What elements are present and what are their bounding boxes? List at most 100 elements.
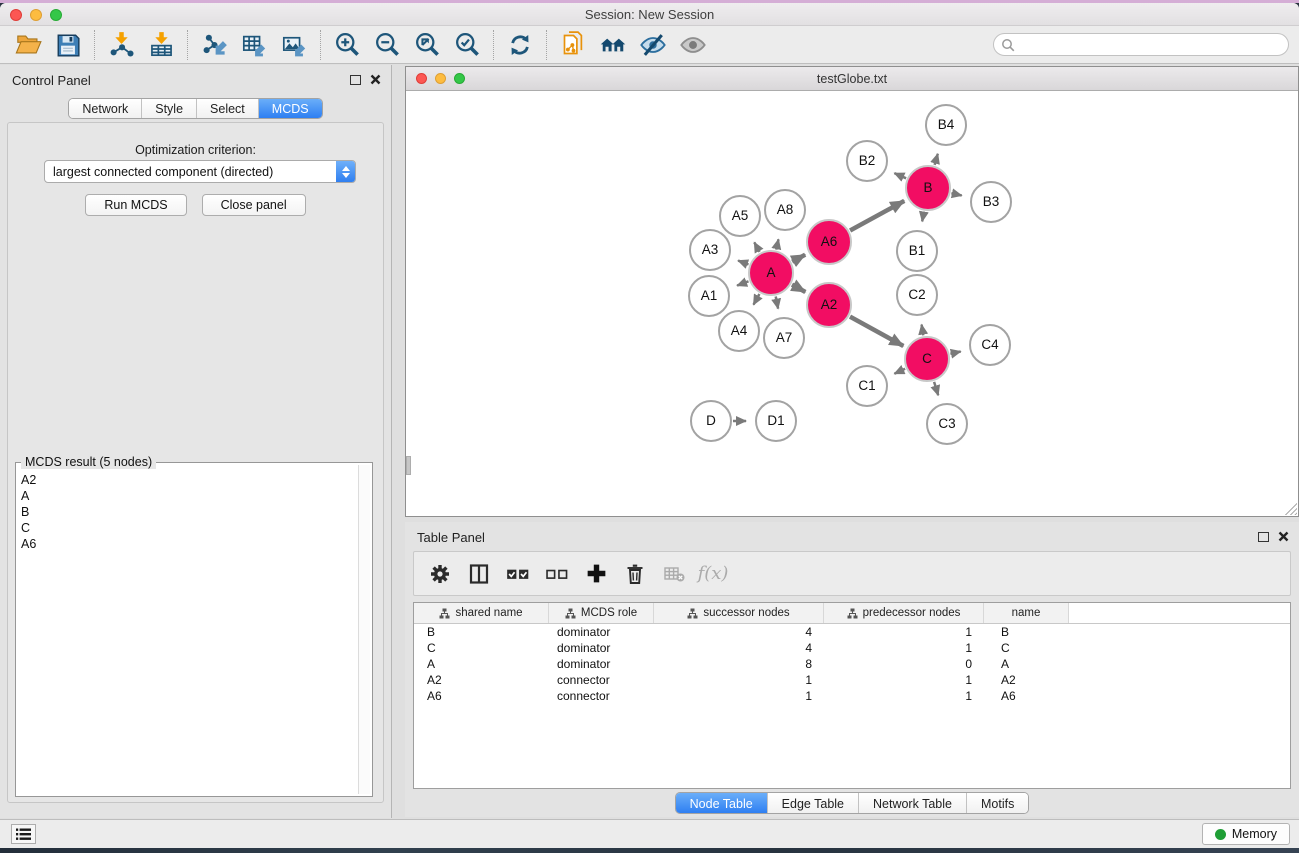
control-panel: Control Panel NetworkStyleSelectMCDS Opt… [0,65,392,818]
search-field[interactable] [993,33,1289,56]
table-row[interactable]: A6connector11A6 [414,688,1290,704]
edge-C-C1[interactable] [894,369,905,374]
tab-edge-table[interactable]: Edge Table [767,793,858,813]
graph-node-C[interactable]: C [904,336,950,382]
zoom-selected-button[interactable] [447,29,487,61]
edge-A2-C[interactable] [850,317,903,346]
zoom-out-button[interactable] [367,29,407,61]
export-network-button[interactable] [194,29,234,61]
graph-node-D1[interactable]: D1 [755,400,797,442]
criterion-dropdown[interactable]: largest connected component (directed) [44,160,356,183]
graph-node-A5[interactable]: A5 [719,195,761,237]
function-builder-button[interactable]: f(x) [697,558,729,590]
open-session-button[interactable] [8,29,48,61]
edge-A-A5[interactable] [754,242,759,252]
graph-node-A8[interactable]: A8 [764,189,806,231]
float-table-panel-icon[interactable] [1258,532,1269,542]
memory-button[interactable]: Memory [1202,823,1290,845]
tab-style[interactable]: Style [141,99,196,118]
add-column-button[interactable] [580,558,612,590]
edge-A-A1[interactable] [737,281,748,285]
apply-layout-button[interactable] [500,29,540,61]
column-header-mcds-role[interactable]: MCDS role [549,603,654,623]
column-header-shared-name[interactable]: shared name [414,603,549,623]
graph-node-A1[interactable]: A1 [688,275,730,317]
graph-node-B1[interactable]: B1 [896,230,938,272]
tab-select[interactable]: Select [196,99,258,118]
new-session-from-network-button[interactable] [553,29,593,61]
graph-node-A2[interactable]: A2 [806,282,852,328]
close-panel-icon[interactable] [370,74,381,85]
export-table-button[interactable] [234,29,274,61]
search-input[interactable] [1019,38,1288,52]
edge-B-B1[interactable] [922,212,924,222]
graph-node-A[interactable]: A [748,250,794,296]
tab-node-table[interactable]: Node Table [676,793,767,813]
zoom-in-button[interactable] [327,29,367,61]
edge-C-C2[interactable] [922,325,924,336]
graph-node-B4[interactable]: B4 [925,104,967,146]
edge-A-A2[interactable] [792,285,805,292]
tab-network-table[interactable]: Network Table [858,793,966,813]
graph-node-C1[interactable]: C1 [846,365,888,407]
table-row[interactable]: Adominator80A [414,656,1290,672]
table-row[interactable]: Bdominator41B [414,624,1290,640]
zoom-fit-icon [414,31,441,58]
float-panel-icon[interactable] [350,75,361,85]
export-image-button[interactable] [274,29,314,61]
task-history-button[interactable] [11,824,36,844]
close-table-panel-icon[interactable] [1278,531,1289,542]
edge-B-B3[interactable] [951,193,961,195]
edge-B-B4[interactable] [935,154,938,165]
import-table-button[interactable] [141,29,181,61]
table-row[interactable]: A2connector11A2 [414,672,1290,688]
canvas-scroll-nub[interactable] [406,456,411,475]
show-all-button[interactable] [673,29,713,61]
edge-A-A6[interactable] [792,255,805,262]
deselect-all-rows-button[interactable] [541,558,573,590]
close-panel-button[interactable]: Close panel [202,194,306,216]
tab-network[interactable]: Network [69,99,141,118]
edge-A6-B[interactable] [850,201,904,231]
table-row[interactable]: Cdominator41C [414,640,1290,656]
import-network-button[interactable] [101,29,141,61]
column-header-label: shared name [455,607,522,619]
import-table-icon [148,31,175,58]
graph-node-D[interactable]: D [690,400,732,442]
delete-columns-button[interactable] [619,558,651,590]
result-scrollbar[interactable] [358,465,370,794]
graph-node-C2[interactable]: C2 [896,274,938,316]
edge-B-B2[interactable] [894,173,906,178]
column-header-name[interactable]: name [984,603,1069,623]
zoom-fit-button[interactable] [407,29,447,61]
network-canvas[interactable]: B4 B2 B B3 A8A5 A6 A3 B1 A A1 C2 A2 A4A7 C4 C C1 C3 D D1 [406,92,1298,516]
window-resize-grip[interactable] [1284,502,1297,515]
graph-node-A4[interactable]: A4 [718,310,760,352]
edge-C-C3[interactable] [934,382,938,395]
edge-A-A7[interactable] [776,297,778,309]
graph-node-B[interactable]: B [905,165,951,211]
edge-A-A8[interactable] [776,239,778,249]
column-visibility-button[interactable] [463,558,495,590]
graph-node-A6[interactable]: A6 [806,219,852,265]
graph-node-C4[interactable]: C4 [969,324,1011,366]
graph-node-A7[interactable]: A7 [763,317,805,359]
edge-A-A3[interactable] [738,261,748,265]
save-session-button[interactable] [48,29,88,61]
column-header-successor-nodes[interactable]: successor nodes [654,603,824,623]
table-options-button[interactable] [424,558,456,590]
edge-A-A4[interactable] [754,294,760,305]
column-header-predecessor-nodes[interactable]: predecessor nodes [824,603,984,623]
edge-C-C4[interactable] [950,352,960,354]
first-neighbors-button[interactable] [593,29,633,61]
graph-node-B2[interactable]: B2 [846,140,888,182]
select-all-rows-button[interactable] [502,558,534,590]
tab-mcds[interactable]: MCDS [258,99,322,118]
graph-node-B3[interactable]: B3 [970,181,1012,223]
graph-node-A3[interactable]: A3 [689,229,731,271]
graph-node-C3[interactable]: C3 [926,403,968,445]
tab-motifs[interactable]: Motifs [966,793,1028,813]
delete-table-button[interactable] [658,558,690,590]
run-mcds-button[interactable]: Run MCDS [85,194,186,216]
hide-selected-button[interactable] [633,29,673,61]
